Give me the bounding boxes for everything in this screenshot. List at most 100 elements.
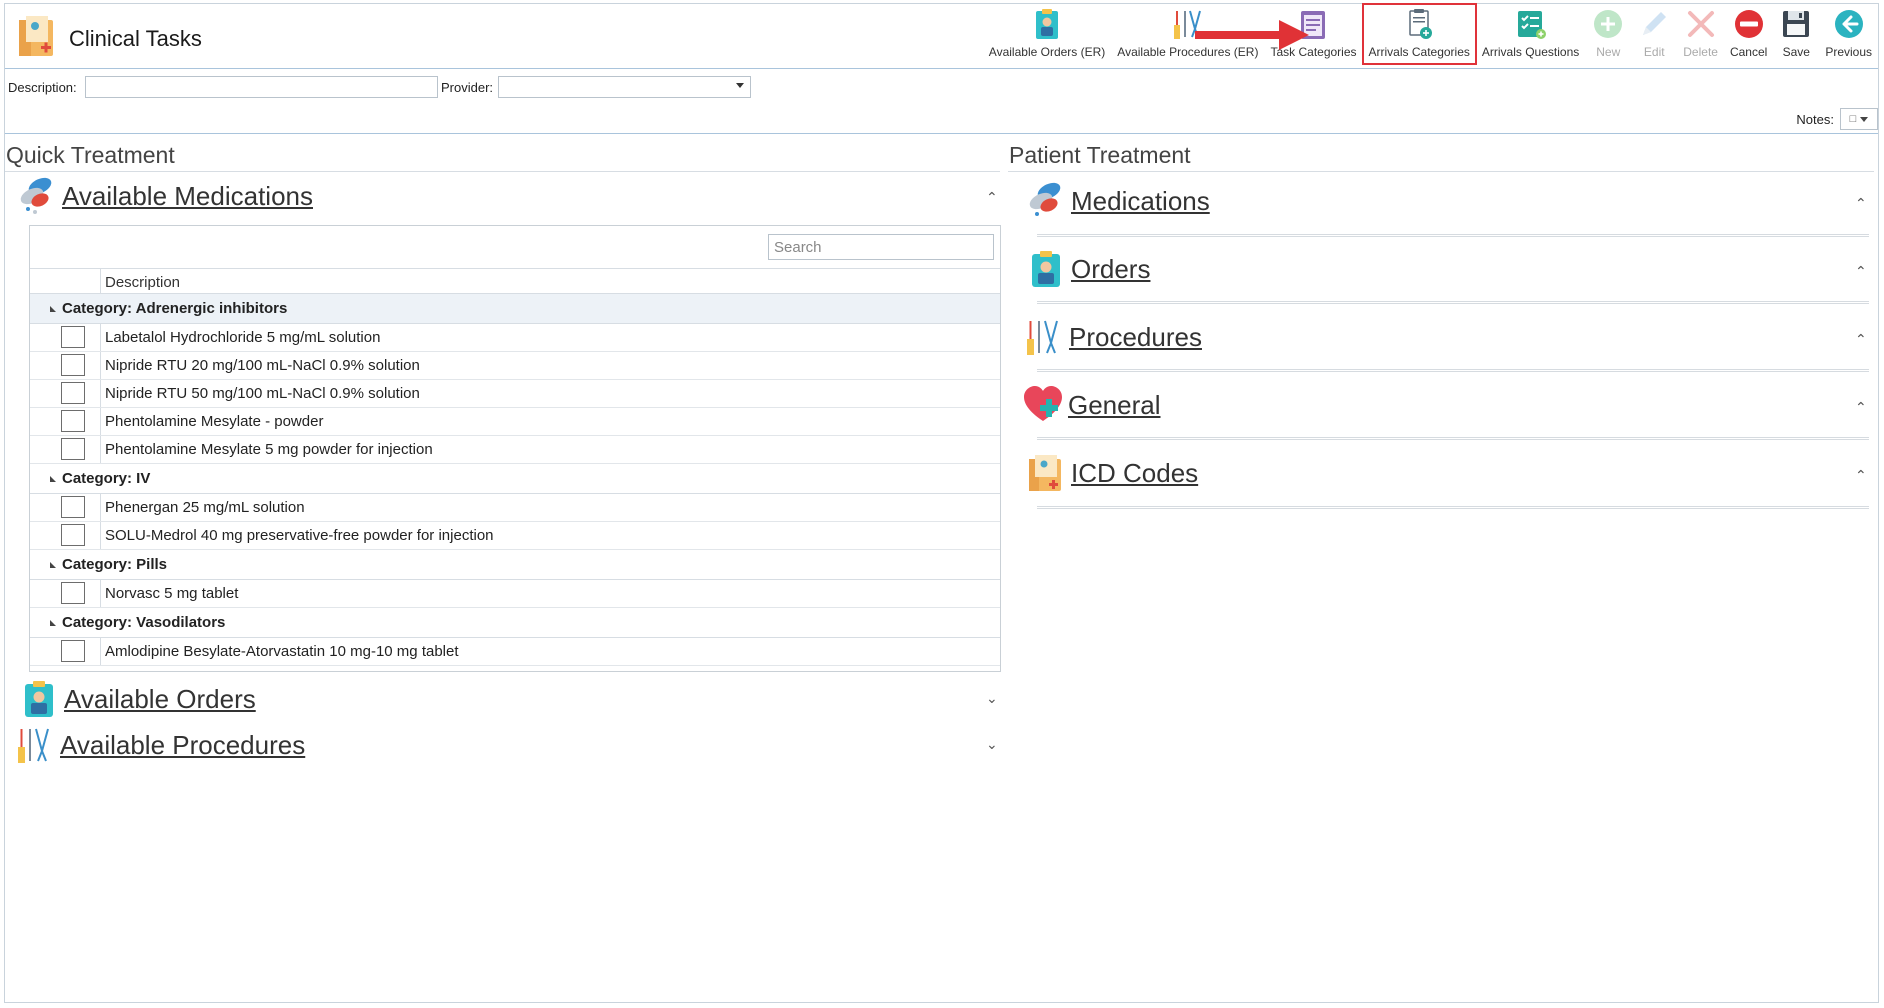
checklist-icon bbox=[1517, 11, 1546, 39]
chevron-down-icon bbox=[736, 83, 744, 88]
table-row[interactable]: Nipride RTU 20 mg/100 mL-NaCl 0.9% solut… bbox=[30, 352, 1000, 380]
available-orders-header[interactable]: Available Orders bbox=[20, 679, 256, 719]
arrivals-questions-button[interactable]: Arrivals Questions bbox=[1476, 4, 1585, 64]
column-divider bbox=[100, 324, 101, 351]
grid-header-check-column bbox=[30, 269, 101, 293]
expand-triangle-icon[interactable] bbox=[50, 475, 56, 482]
collapse-medications-icon[interactable]: ⌃ bbox=[986, 189, 998, 206]
section-divider bbox=[1037, 437, 1869, 440]
medication-description: Phentolamine Mesylate - powder bbox=[105, 413, 324, 430]
notes-label: Notes: bbox=[1796, 111, 1834, 127]
available-medications-label[interactable]: Available Medications bbox=[62, 181, 313, 212]
description-input[interactable] bbox=[85, 76, 438, 98]
column-divider bbox=[100, 436, 101, 463]
patient-orders-header[interactable]: Orders bbox=[1027, 249, 1150, 289]
patient-general-header[interactable]: General bbox=[1024, 385, 1161, 425]
patient-icd-codes-label[interactable]: ICD Codes bbox=[1071, 458, 1198, 489]
category-label: Category: Vasodilators bbox=[62, 614, 226, 631]
available-orders-label[interactable]: Available Orders bbox=[64, 684, 256, 715]
row-checkbox[interactable] bbox=[61, 496, 85, 518]
grid-header-description[interactable]: Description bbox=[105, 274, 180, 291]
table-row[interactable]: Phentolamine Mesylate - powder bbox=[30, 408, 1000, 436]
edit-button[interactable]: Edit bbox=[1631, 4, 1677, 64]
toolbar: Available Orders (ER) Available Procedur… bbox=[983, 3, 1878, 68]
expand-triangle-icon[interactable] bbox=[50, 619, 56, 626]
expand-triangle-icon[interactable] bbox=[50, 305, 56, 312]
row-checkbox[interactable] bbox=[61, 326, 85, 348]
category-row[interactable]: Category: Pills bbox=[30, 550, 1000, 580]
section-divider bbox=[1037, 369, 1869, 372]
provider-label: Provider: bbox=[441, 80, 494, 95]
delete-button[interactable]: Delete bbox=[1677, 4, 1724, 64]
table-row[interactable]: Phenergan 25 mg/mL solution bbox=[30, 494, 1000, 522]
cancel-button[interactable]: Cancel bbox=[1724, 4, 1773, 64]
category-label: Category: IV bbox=[62, 470, 151, 487]
patient-medications-header[interactable]: Medications bbox=[1027, 181, 1210, 221]
surgical-tools-icon bbox=[18, 728, 49, 763]
table-row[interactable]: Phentolamine Mesylate 5 mg powder for in… bbox=[30, 436, 1000, 464]
category-row[interactable]: Category: IV bbox=[30, 464, 1000, 494]
expand-orders-icon[interactable]: ⌄ bbox=[986, 690, 998, 707]
collapse-patient-procedures-icon[interactable]: ⌃ bbox=[1855, 331, 1867, 348]
medication-description: Norvasc 5 mg tablet bbox=[105, 585, 239, 602]
patient-procedures-header[interactable]: Procedures bbox=[1025, 317, 1202, 357]
chevron-down-icon bbox=[1860, 116, 1869, 122]
medication-description: Labetalol Hydrochloride 5 mg/mL solution bbox=[105, 329, 381, 346]
medication-description: SOLU-Medrol 40 mg preservative-free powd… bbox=[105, 527, 494, 544]
available-procedures-label[interactable]: Available Procedures bbox=[60, 730, 305, 761]
patient-orders-label[interactable]: Orders bbox=[1071, 254, 1150, 285]
row-checkbox[interactable] bbox=[61, 438, 85, 460]
category-row[interactable]: Category: Vasodilators bbox=[30, 608, 1000, 638]
available-medications-header[interactable]: Available Medications bbox=[18, 176, 313, 216]
patient-treatment-divider bbox=[1008, 171, 1874, 172]
new-button[interactable]: New bbox=[1585, 4, 1631, 64]
collapse-patient-orders-icon[interactable]: ⌃ bbox=[1855, 263, 1867, 280]
save-button[interactable]: Save bbox=[1773, 4, 1819, 64]
patient-icd-codes-header[interactable]: ICD Codes bbox=[1027, 453, 1198, 493]
patient-procedures-label[interactable]: Procedures bbox=[1069, 322, 1202, 353]
medication-description: Phentolamine Mesylate 5 mg powder for in… bbox=[105, 441, 433, 458]
table-row[interactable]: SOLU-Medrol 40 mg preservative-free powd… bbox=[30, 522, 1000, 550]
section-divider bbox=[1037, 301, 1869, 304]
row-checkbox[interactable] bbox=[61, 410, 85, 432]
patient-medications-label[interactable]: Medications bbox=[1071, 186, 1210, 217]
provider-select[interactable] bbox=[498, 76, 751, 98]
row-checkbox[interactable] bbox=[61, 582, 85, 604]
arrivals-questions-label: Arrivals Questions bbox=[1481, 45, 1580, 59]
table-row[interactable]: Labetalol Hydrochloride 5 mg/mL solution bbox=[30, 324, 1000, 352]
category-row[interactable]: Category: Adrenergic inhibitors bbox=[30, 294, 1000, 324]
collapse-patient-medications-icon[interactable]: ⌃ bbox=[1855, 195, 1867, 212]
notes-area: Notes: □ bbox=[1796, 108, 1878, 130]
x-icon bbox=[1687, 11, 1714, 37]
plus-circle-icon bbox=[1594, 10, 1623, 38]
category-label: Category: Adrenergic inhibitors bbox=[62, 300, 288, 317]
available-procedures-header[interactable]: Available Procedures bbox=[16, 725, 305, 765]
table-row[interactable]: Norvasc 5 mg tablet bbox=[30, 580, 1000, 608]
arrivals-categories-button[interactable]: Arrivals Categories bbox=[1361, 3, 1477, 65]
collapse-patient-icd-codes-icon[interactable]: ⌃ bbox=[1855, 467, 1867, 484]
row-checkbox[interactable] bbox=[61, 524, 85, 546]
floppy-disk-icon bbox=[1783, 11, 1810, 37]
table-row[interactable]: Nipride RTU 50 mg/100 mL-NaCl 0.9% solut… bbox=[30, 380, 1000, 408]
notes-dropdown[interactable]: □ bbox=[1840, 108, 1878, 130]
previous-button[interactable]: Previous bbox=[1819, 4, 1878, 64]
quick-treatment-divider bbox=[5, 171, 1000, 172]
section-divider bbox=[1037, 234, 1869, 237]
row-checkbox[interactable] bbox=[61, 354, 85, 376]
delete-label: Delete bbox=[1683, 45, 1718, 59]
notes-icon: □ bbox=[1849, 113, 1857, 125]
table-row[interactable]: Amlodipine Besylate-Atorvastatin 10 mg-1… bbox=[30, 638, 1000, 666]
patient-general-label[interactable]: General bbox=[1068, 390, 1161, 421]
category-label: Category: Pills bbox=[62, 556, 168, 573]
quick-treatment-title: Quick Treatment bbox=[6, 142, 175, 168]
expand-triangle-icon[interactable] bbox=[50, 561, 56, 568]
no-entry-icon bbox=[1734, 10, 1763, 38]
cancel-label: Cancel bbox=[1729, 45, 1768, 59]
medical-folder-icon bbox=[19, 16, 53, 56]
expand-procedures-icon[interactable]: ⌄ bbox=[986, 736, 998, 753]
grid-search-input[interactable]: Search bbox=[768, 234, 994, 260]
row-checkbox[interactable] bbox=[61, 382, 85, 404]
row-checkbox[interactable] bbox=[61, 640, 85, 662]
collapse-patient-general-icon[interactable]: ⌃ bbox=[1855, 399, 1867, 416]
available-orders-er-button[interactable]: Available Orders (ER) bbox=[983, 4, 1111, 64]
